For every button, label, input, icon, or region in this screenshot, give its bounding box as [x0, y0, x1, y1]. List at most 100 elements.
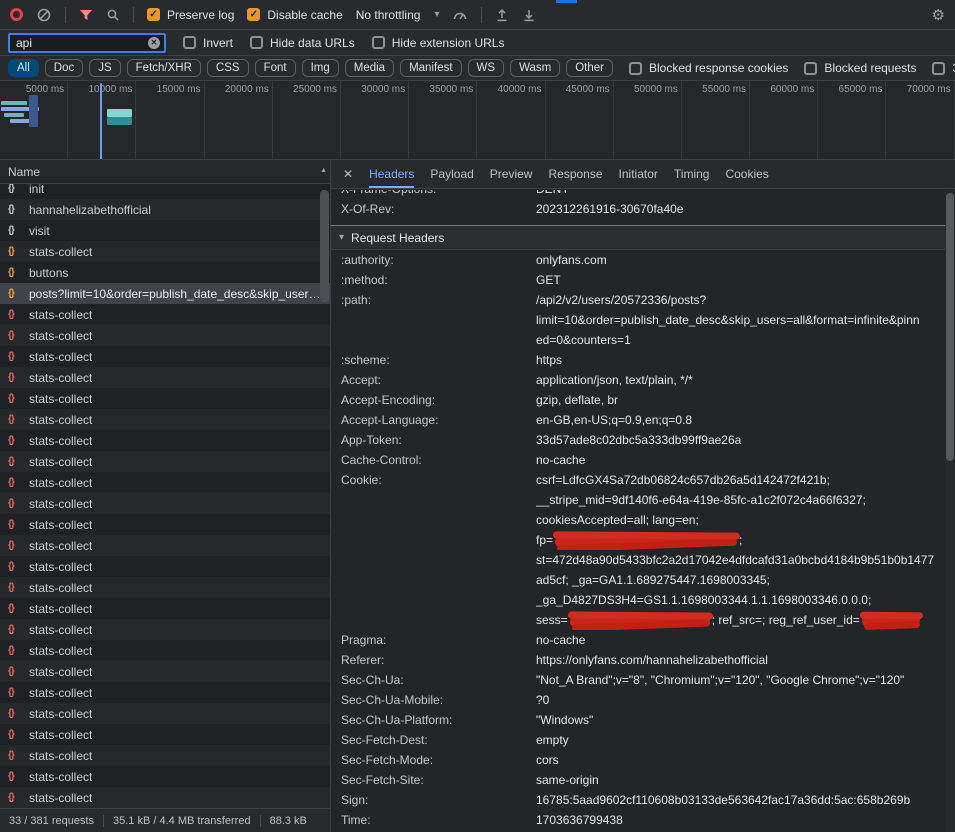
filter-input[interactable]: api ✕: [8, 33, 166, 53]
tab-headers[interactable]: Headers: [369, 160, 414, 188]
request-row[interactable]: {}stats-collect: [0, 514, 330, 535]
header-name: Cache-Control:: [331, 450, 536, 470]
hide-data-urls-checkbox[interactable]: Hide data URLs: [250, 36, 355, 50]
filter-chip-ws[interactable]: WS: [468, 59, 505, 77]
request-row[interactable]: {}stats-collect: [0, 640, 330, 661]
filter-chip-all[interactable]: All: [8, 59, 39, 77]
request-name: buttons: [29, 266, 68, 280]
tab-response[interactable]: Response: [548, 160, 602, 188]
header-value-line: 202312261916-30670fa40e: [536, 199, 945, 219]
network-toolbar: ✓ Preserve log ✓ Disable cache No thrott…: [0, 0, 955, 30]
header-value-text: cors: [536, 753, 559, 767]
disable-cache-checkbox[interactable]: ✓ Disable cache: [247, 8, 342, 22]
tab-timing[interactable]: Timing: [674, 160, 710, 188]
header-value-line: 16785:5aad9602cf110608b03133de563642fac1…: [536, 790, 945, 810]
settings-button[interactable]: ⚙: [932, 6, 945, 24]
request-row[interactable]: {}stats-collect: [0, 451, 330, 472]
script-file-icon: {}: [8, 414, 22, 425]
header-value: no-cache: [536, 450, 945, 470]
search-button[interactable]: [106, 8, 120, 22]
request-row[interactable]: {}stats-collect: [0, 241, 330, 262]
filter-chip-font[interactable]: Font: [255, 59, 296, 77]
request-row[interactable]: {}posts?limit=10&order=publish_date_desc…: [0, 283, 330, 304]
request-row[interactable]: {}stats-collect: [0, 304, 330, 325]
invert-checkbox[interactable]: Invert: [183, 36, 233, 50]
tab-payload[interactable]: Payload: [430, 160, 473, 188]
filter-chip-css[interactable]: CSS: [207, 59, 249, 77]
tab-preview[interactable]: Preview: [490, 160, 533, 188]
checkbox-checked-icon: ✓: [247, 8, 260, 21]
record-button[interactable]: [10, 8, 23, 21]
clear-requests-button[interactable]: [36, 7, 52, 23]
scrollbar-thumb[interactable]: [946, 193, 954, 461]
checkbox-blocked-response-cookies[interactable]: Blocked response cookies: [629, 61, 788, 75]
checkbox-3rd-party-requests[interactable]: 3rd-party requests: [932, 61, 955, 75]
close-details-icon[interactable]: ✕: [343, 167, 353, 181]
request-headers-section-header[interactable]: ▾ Request Headers: [331, 226, 945, 250]
filter-chip-img[interactable]: Img: [302, 59, 339, 77]
header-name: Sec-Fetch-Site:: [331, 770, 536, 790]
checkbox-blocked-requests[interactable]: Blocked requests: [804, 61, 916, 75]
script-file-icon: {}: [8, 687, 22, 698]
script-file-icon: {}: [8, 456, 22, 467]
filter-chip-other[interactable]: Other: [566, 59, 613, 77]
name-column-header[interactable]: Name ▲: [0, 160, 330, 184]
timeline-overview[interactable]: 5000 ms10000 ms15000 ms20000 ms25000 ms3…: [0, 81, 955, 160]
request-row[interactable]: {}stats-collect: [0, 787, 330, 808]
request-row[interactable]: {}stats-collect: [0, 703, 330, 724]
request-row[interactable]: {}stats-collect: [0, 556, 330, 577]
filter-toggle-button[interactable]: [79, 8, 93, 22]
request-row[interactable]: {}hannahelizabethofficial: [0, 199, 330, 220]
request-row[interactable]: {}stats-collect: [0, 346, 330, 367]
filter-chip-manifest[interactable]: Manifest: [400, 59, 461, 77]
request-row[interactable]: {}stats-collect: [0, 724, 330, 745]
request-row[interactable]: {}stats-collect: [0, 745, 330, 766]
header-value-text: no-cache: [536, 453, 585, 467]
request-row[interactable]: {}stats-collect: [0, 661, 330, 682]
filter-chip-wasm[interactable]: Wasm: [510, 59, 560, 77]
request-row[interactable]: {}stats-collect: [0, 388, 330, 409]
request-row[interactable]: {}stats-collect: [0, 598, 330, 619]
filter-chip-media[interactable]: Media: [345, 59, 394, 77]
request-row[interactable]: {}stats-collect: [0, 430, 330, 451]
request-row[interactable]: {}stats-collect: [0, 766, 330, 787]
header-name: Sec-Ch-Ua-Platform:: [331, 710, 536, 730]
header-row: Sec-Ch-Ua:"Not_A Brand";v="8", "Chromium…: [331, 670, 945, 690]
request-row[interactable]: {}visit: [0, 220, 330, 241]
header-value-line: no-cache: [536, 450, 945, 470]
tab-initiator[interactable]: Initiator: [619, 160, 658, 188]
preserve-log-checkbox[interactable]: ✓ Preserve log: [147, 8, 234, 22]
request-row[interactable]: {}buttons: [0, 262, 330, 283]
header-row: Sec-Ch-Ua-Platform:"Windows": [331, 710, 945, 730]
scroll-up-arrow-icon[interactable]: ▲: [320, 167, 327, 174]
network-conditions-button[interactable]: [452, 8, 468, 22]
throttling-dropdown[interactable]: No throttling ▾: [356, 8, 440, 22]
filter-chip-doc[interactable]: Doc: [45, 59, 83, 77]
request-row[interactable]: {}stats-collect: [0, 619, 330, 640]
filter-chip-fetch-xhr[interactable]: Fetch/XHR: [127, 59, 201, 77]
request-list: {}init{}hannahelizabethofficial{}visit{}…: [0, 178, 330, 808]
header-value: DENY: [536, 190, 945, 199]
request-row[interactable]: {}stats-collect: [0, 682, 330, 703]
export-har-button[interactable]: [522, 8, 536, 22]
request-row[interactable]: {}stats-collect: [0, 325, 330, 346]
request-row[interactable]: {}stats-collect: [0, 472, 330, 493]
hide-extension-urls-checkbox[interactable]: Hide extension URLs: [372, 36, 505, 50]
script-file-icon: {}: [8, 750, 22, 761]
request-list-scrollbar[interactable]: [320, 186, 329, 806]
request-row[interactable]: {}stats-collect: [0, 367, 330, 388]
request-row[interactable]: {}stats-collect: [0, 535, 330, 556]
clear-filter-icon[interactable]: ✕: [148, 37, 160, 49]
tab-cookies[interactable]: Cookies: [725, 160, 768, 188]
request-row[interactable]: {}stats-collect: [0, 577, 330, 598]
scrollbar-thumb[interactable]: [320, 190, 329, 302]
request-row[interactable]: {}stats-collect: [0, 493, 330, 514]
header-name: Accept-Encoding:: [331, 390, 536, 410]
header-name: Accept-Language:: [331, 410, 536, 430]
details-scrollbar[interactable]: [945, 190, 955, 832]
filter-chip-js[interactable]: JS: [89, 59, 120, 77]
header-value: 1703636799438: [536, 810, 945, 830]
import-har-button[interactable]: [495, 8, 509, 22]
header-name: Sec-Ch-Ua:: [331, 670, 536, 690]
request-row[interactable]: {}stats-collect: [0, 409, 330, 430]
